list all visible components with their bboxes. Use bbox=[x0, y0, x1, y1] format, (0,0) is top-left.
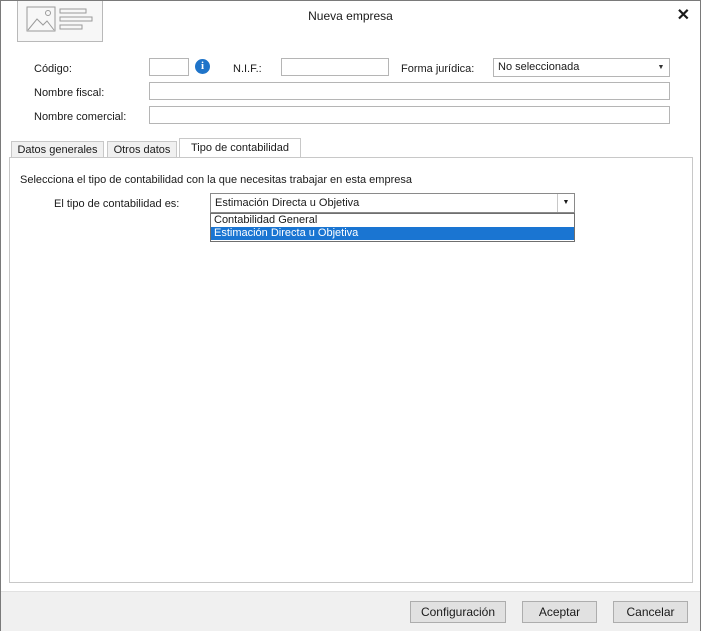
dialog-window: Nueva empresa ✕ Código: i N.I.F.: Forma … bbox=[0, 0, 701, 631]
tab-panel: Selecciona el tipo de contabilidad con l… bbox=[9, 157, 693, 583]
nif-label: N.I.F.: bbox=[233, 63, 262, 75]
dialog-footer: Configuración Aceptar Cancelar bbox=[1, 591, 700, 631]
aceptar-button[interactable]: Aceptar bbox=[522, 601, 597, 623]
tipo-contabilidad-dropdown-list: Contabilidad General Estimación Directa … bbox=[210, 213, 575, 242]
option-contabilidad-general[interactable]: Contabilidad General bbox=[211, 214, 574, 227]
forma-juridica-value: No seleccionada bbox=[498, 61, 580, 73]
forma-juridica-select[interactable]: No seleccionada ▼ bbox=[493, 58, 670, 77]
option-estimacion-directa[interactable]: Estimación Directa u Objetiva bbox=[211, 227, 574, 240]
codigo-input[interactable] bbox=[149, 58, 189, 76]
cancelar-button[interactable]: Cancelar bbox=[613, 601, 688, 623]
nombre-fiscal-input[interactable] bbox=[149, 82, 670, 100]
forma-juridica-label: Forma jurídica: bbox=[401, 63, 475, 75]
tab-otros-datos[interactable]: Otros datos bbox=[107, 141, 177, 158]
codigo-label: Código: bbox=[34, 63, 72, 75]
info-icon[interactable]: i bbox=[195, 59, 210, 74]
nombre-fiscal-label: Nombre fiscal: bbox=[34, 87, 105, 99]
chevron-down-icon[interactable]: ▼ bbox=[557, 194, 574, 212]
panel-intro-text: Selecciona el tipo de contabilidad con l… bbox=[20, 174, 412, 186]
window-title: Nueva empresa bbox=[308, 9, 393, 23]
nombre-comercial-label: Nombre comercial: bbox=[34, 111, 127, 123]
tipo-contabilidad-value: Estimación Directa u Objetiva bbox=[215, 197, 360, 209]
nif-input[interactable] bbox=[281, 58, 389, 76]
tab-tipo-contabilidad[interactable]: Tipo de contabilidad bbox=[179, 138, 301, 159]
close-icon[interactable]: ✕ bbox=[677, 5, 690, 25]
configuracion-button[interactable]: Configuración bbox=[410, 601, 506, 623]
nombre-comercial-input[interactable] bbox=[149, 106, 670, 124]
chevron-down-icon[interactable]: ▼ bbox=[653, 59, 669, 76]
tipo-contabilidad-label: El tipo de contabilidad es: bbox=[54, 198, 180, 210]
tab-datos-generales[interactable]: Datos generales bbox=[11, 141, 104, 158]
tipo-contabilidad-combo[interactable]: Estimación Directa u Objetiva ▼ bbox=[210, 193, 575, 213]
